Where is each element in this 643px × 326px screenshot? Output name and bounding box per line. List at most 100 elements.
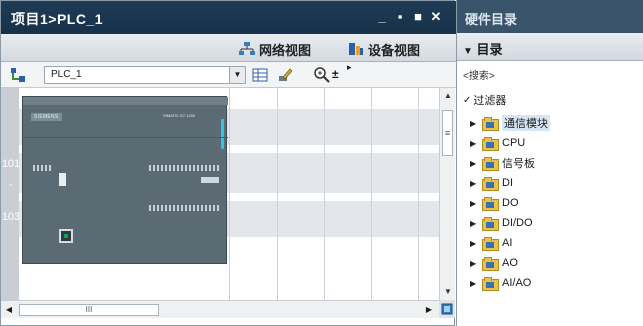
editor-toolbar: PLC_1 ▼ ± ▸	[1, 62, 456, 88]
catalog-item-label: 信号板	[502, 158, 535, 170]
plc-label-plate	[201, 177, 219, 183]
editor-title: 项目1>PLC_1	[11, 11, 104, 27]
catalog-item-label: 通信模块	[502, 115, 550, 131]
topology-icon[interactable]	[9, 66, 27, 84]
device-rack-canvas[interactable]: 101 - 103 SIEMENS SIMATIC S7-1200	[1, 88, 439, 300]
tab-network-view-label: 网络视图	[259, 42, 312, 58]
catalog-item-ai[interactable]: ▶ AI	[470, 234, 512, 252]
expand-triangle-icon[interactable]: ▶	[470, 159, 478, 168]
tab-device-view-label: 设备视图	[368, 42, 421, 58]
slot-divider	[324, 88, 325, 300]
view-tabs: 网络视图 设备视图	[1, 34, 456, 62]
expand-triangle-icon[interactable]: ▶	[470, 119, 478, 128]
catalog-item-do[interactable]: ▶ DO	[470, 194, 519, 212]
catalog-item-label: DI/DO	[502, 217, 533, 229]
folder-icon	[482, 157, 499, 171]
ethernet-port-icon	[59, 229, 73, 243]
plc-side-indicator	[221, 119, 224, 149]
catalog-item-cpu[interactable]: ▶ CPU	[470, 134, 525, 152]
rack-row-number: 103	[1, 211, 21, 223]
catalog-item-ai-ao[interactable]: ▶ AI/AO	[470, 274, 531, 292]
catalog-item-label: AO	[502, 257, 518, 269]
overview-navigation-icon[interactable]	[439, 300, 455, 318]
device-view-icon	[349, 43, 363, 55]
table-view-icon[interactable]	[251, 66, 269, 84]
slot-divider	[277, 88, 278, 300]
expand-triangle-icon[interactable]: ▶	[470, 179, 478, 188]
catalog-item-label: DI	[502, 177, 513, 189]
catalog-title: 硬件目录	[457, 0, 643, 33]
vertical-scroll-thumb[interactable]: ≡	[442, 110, 453, 156]
folder-icon	[482, 257, 499, 271]
catalog-section-header[interactable]: ▼ 目录	[457, 33, 643, 61]
expand-triangle-icon[interactable]: ▶	[470, 259, 478, 268]
expand-triangle-icon[interactable]: ▶	[470, 279, 478, 288]
scroll-right-icon[interactable]: ▶	[421, 302, 437, 318]
zoom-icon[interactable]	[313, 66, 331, 84]
catalog-filter-toggle[interactable]: ✓ 过滤器	[463, 92, 506, 108]
plc-top-rail	[23, 97, 228, 105]
collapse-triangle-icon[interactable]: ▼	[463, 46, 473, 57]
hardware-catalog-panel: 硬件目录 ▼ 目录 <搜索> ✓ 过滤器 ▶ 通信模块 ▶ CPU ▶ 信号板 …	[456, 0, 643, 326]
zoom-toggle[interactable]: ±	[332, 67, 339, 81]
tab-network-view[interactable]: 网络视图	[239, 39, 311, 59]
catalog-search-input[interactable]: <搜索>	[461, 65, 639, 83]
plc-divider	[23, 137, 228, 138]
catalog-item-di-do[interactable]: ▶ DI/DO	[470, 214, 533, 232]
folder-icon	[482, 117, 499, 131]
device-selector[interactable]: PLC_1 ▼	[44, 66, 246, 84]
plc-brand-label: SIEMENS	[31, 113, 62, 121]
horizontal-scroll-thumb[interactable]: III	[19, 304, 159, 316]
folder-icon	[482, 277, 499, 291]
expand-triangle-icon[interactable]: ▶	[470, 239, 478, 248]
device-editor-panel: 项目1>PLC_1 _ ▪ ■ ✕ 网络视图 设备视图 PLC_1 ▼ ± ▸ …	[0, 0, 456, 326]
folder-icon	[482, 137, 499, 151]
scroll-left-icon[interactable]: ◀	[1, 302, 17, 318]
expand-triangle-icon[interactable]: ▶	[470, 219, 478, 228]
plc-module[interactable]: SIEMENS SIMATIC S7-1200	[22, 96, 228, 264]
folder-icon	[482, 177, 499, 191]
plc-io-terminals	[149, 205, 219, 211]
catalog-item-label: DO	[502, 197, 519, 209]
catalog-section-label: 目录	[476, 42, 503, 57]
slot-divider	[229, 88, 230, 300]
catalog-item-di[interactable]: ▶ DI	[470, 174, 513, 192]
folder-icon	[482, 237, 499, 251]
checkmark-icon: ✓	[463, 94, 472, 106]
device-selector-value: PLC_1	[51, 69, 82, 80]
catalog-item-label: AI	[502, 237, 513, 249]
plc-status-led	[59, 173, 66, 186]
restore-button[interactable]: ▪	[393, 10, 407, 24]
scroll-up-icon[interactable]: ▲	[440, 88, 456, 104]
folder-icon	[482, 217, 499, 231]
slot-divider	[418, 88, 419, 300]
expand-triangle-icon[interactable]: ▶	[470, 199, 478, 208]
chevron-down-icon[interactable]: ▼	[229, 67, 245, 83]
plc-io-terminals	[33, 165, 53, 171]
network-view-icon	[239, 42, 255, 55]
edit-pen-icon[interactable]	[276, 66, 294, 84]
slot-divider	[371, 88, 372, 300]
tab-device-view[interactable]: 设备视图	[348, 39, 420, 59]
rack-row-number: 101	[1, 158, 21, 170]
close-button[interactable]: ✕	[429, 10, 443, 24]
catalog-item-label: AI/AO	[502, 277, 532, 289]
plc-model-label: SIMATIC S7-1200	[163, 113, 196, 118]
filter-label: 过滤器	[473, 95, 507, 107]
expand-triangle-icon[interactable]: ▶	[470, 139, 478, 148]
folder-icon	[482, 197, 499, 211]
catalog-item-ao[interactable]: ▶ AO	[470, 254, 518, 272]
catalog-item-comm-module[interactable]: ▶ 通信模块	[470, 114, 550, 132]
vertical-scrollbar[interactable]: ▲ ≡ ▼	[439, 88, 455, 300]
maximize-button[interactable]: ■	[411, 10, 425, 24]
rack-row-number: -	[9, 179, 13, 191]
more-arrow-icon[interactable]: ▸	[347, 62, 352, 73]
scroll-down-icon[interactable]: ▼	[440, 284, 456, 300]
catalog-item-label: CPU	[502, 137, 526, 149]
catalog-item-signal-board[interactable]: ▶ 信号板	[470, 154, 535, 172]
plc-io-terminals	[149, 165, 219, 171]
minimize-button[interactable]: _	[375, 10, 389, 24]
editor-title-bar: 项目1>PLC_1 _ ▪ ■ ✕	[1, 1, 456, 34]
horizontal-scrollbar[interactable]: ◀ III ▶	[1, 300, 439, 318]
rack-rail	[1, 88, 19, 300]
